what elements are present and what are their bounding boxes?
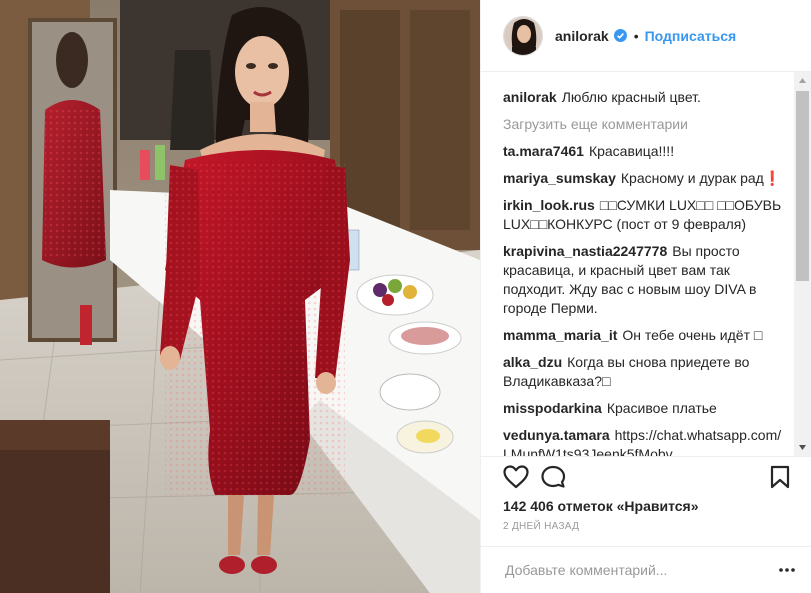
photo-illustration [0, 0, 480, 593]
comments-scrollbar[interactable] [794, 72, 811, 456]
caption: anilorak Люблю красный цвет. [503, 88, 790, 107]
header-username[interactable]: anilorak [555, 28, 609, 44]
comment-text: Красивое платье [606, 400, 717, 416]
comment-username[interactable]: misspodarkina [503, 400, 602, 416]
comments-list[interactable]: anilorak Люблю красный цвет. Загрузить ещ… [481, 72, 811, 456]
add-comment-bar [481, 546, 811, 593]
likes-count[interactable]: 142 406 отметок «Нравится» [503, 498, 699, 514]
caption-text: Люблю красный цвет. [561, 89, 701, 105]
comment-item: mamma_maria_it Он тебе очень идёт □ [503, 326, 790, 345]
more-dots-icon[interactable] [778, 561, 796, 584]
comment-text: Красному и дурак рад❗ [620, 170, 782, 186]
comment-username[interactable]: irkin_look.rus [503, 197, 595, 213]
verified-badge-icon [613, 29, 627, 42]
comment-item: vedunya.tamara https://chat.whatsapp.com/… [503, 426, 790, 456]
post-photo[interactable] [0, 0, 480, 593]
comment-text: Красавица!!!! [588, 143, 675, 159]
scrollbar-thumb[interactable] [796, 91, 809, 281]
instagram-post: anilorak • Подписаться anilorak Люблю кра… [0, 0, 811, 593]
comment-item: krapivina_nastia2247778 Вы просто красави… [503, 242, 790, 318]
scroll-down-arrow-icon[interactable] [794, 439, 811, 456]
heart-icon[interactable] [503, 465, 529, 494]
comment-item: misspodarkina Красивое платье [503, 399, 790, 418]
comment-item: mariya_sumskay Красному и дурак рад❗ [503, 169, 790, 188]
header-separator: • [633, 27, 639, 44]
bookmark-icon[interactable] [770, 465, 790, 494]
post-actions [481, 456, 811, 496]
speech-bubble-icon[interactable] [541, 465, 567, 494]
post-timestamp[interactable]: 2 ДНЕЙ НАЗАД [503, 521, 579, 532]
avatar[interactable] [503, 15, 543, 56]
comment-username[interactable]: alka_dzu [503, 354, 562, 370]
scroll-up-arrow-icon[interactable] [794, 72, 811, 89]
comment-username[interactable]: mamma_maria_it [503, 327, 617, 343]
follow-button[interactable]: Подписаться [645, 28, 737, 44]
comment-item: irkin_look.rus □□СУМКИ LUX□□ □□ОБУВЬ LUX□… [503, 196, 790, 234]
caption-username[interactable]: anilorak [503, 89, 557, 105]
post-sidebar: anilorak • Подписаться anilorak Люблю кра… [480, 0, 811, 593]
comment-username[interactable]: ta.mara7461 [503, 143, 584, 159]
comment-input[interactable] [503, 561, 767, 579]
comment-username[interactable]: vedunya.tamara [503, 427, 610, 443]
comment-item: alka_dzu Когда вы снова приедете во Влади… [503, 353, 790, 391]
load-more-comments-button[interactable]: Загрузить еще комментарии [503, 115, 790, 134]
comment-username[interactable]: mariya_sumskay [503, 170, 616, 186]
comment-text: Он тебе очень идёт □ [622, 327, 763, 343]
post-header: anilorak • Подписаться [481, 0, 811, 72]
comment-username[interactable]: krapivina_nastia2247778 [503, 243, 667, 259]
comment-item: ta.mara7461 Красавица!!!! [503, 142, 790, 161]
